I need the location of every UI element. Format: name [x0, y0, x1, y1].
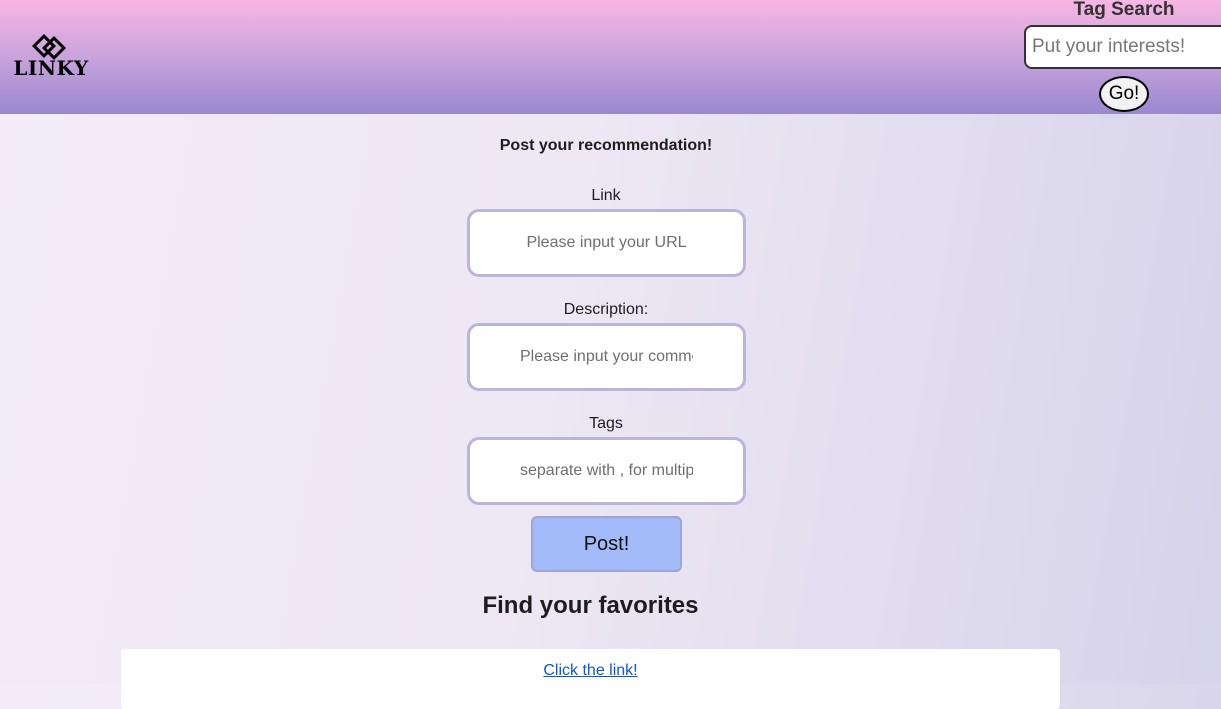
logo-text: LINKY [13, 56, 89, 80]
linky-logo[interactable]: LINKY [12, 34, 90, 80]
tag-search-input[interactable] [1024, 25, 1221, 69]
description-input[interactable] [467, 323, 746, 391]
recommendation-link[interactable]: Click the link! [121, 662, 1060, 680]
tags-label: Tags [589, 415, 623, 432]
site-header: LINKY Tag Search Go! [0, 0, 1221, 114]
post-button[interactable]: Post! [531, 516, 682, 572]
favorites-heading: Find your favorites [482, 592, 699, 619]
recommendation-card: Click the link! [121, 649, 1060, 709]
tags-input[interactable] [467, 437, 746, 505]
link-label: Link [591, 187, 621, 204]
form-title: Post your recommendation! [499, 137, 713, 154]
tag-search-title: Tag Search [1073, 0, 1175, 20]
go-button[interactable]: Go! [1099, 76, 1149, 112]
link-input[interactable] [467, 209, 746, 277]
description-label: Description: [563, 301, 649, 318]
